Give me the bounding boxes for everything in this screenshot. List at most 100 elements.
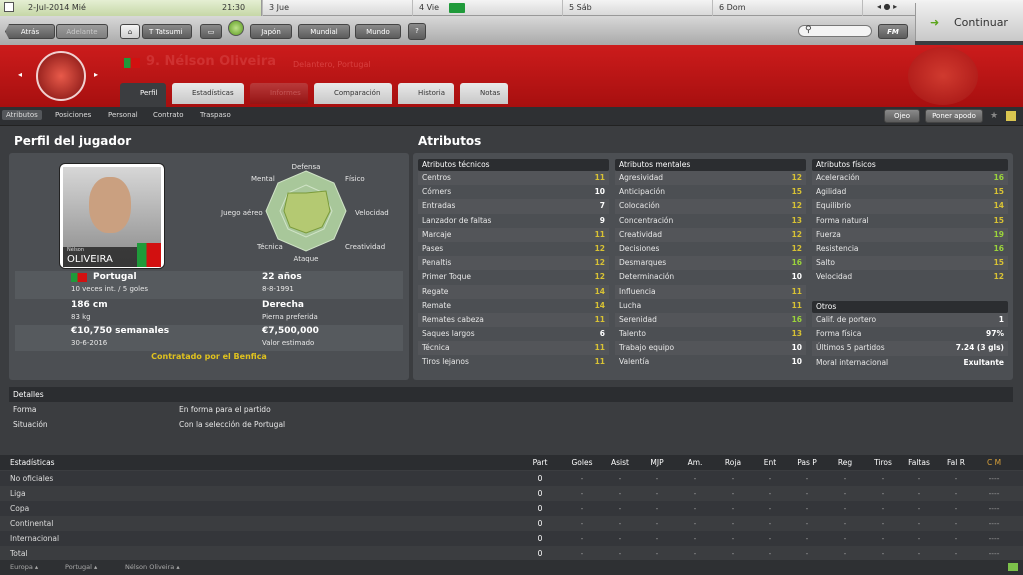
stats-row[interactable]: No oficiales 0- - - - - - - - - - - ---- [0, 471, 1023, 486]
back-button[interactable]: Atrás [5, 24, 55, 39]
attribute-row[interactable]: Equilibrio 14 [812, 199, 1008, 214]
next-arrow-icon[interactable]: ▸ [94, 70, 98, 79]
attribute-row[interactable]: Valentía 10 [615, 355, 806, 369]
subtab-personal[interactable]: Personal [108, 111, 138, 119]
attribute-row[interactable]: Saques largos 6 [418, 327, 609, 341]
attribute-row[interactable]: Determinación 10 [615, 270, 806, 284]
attribute-row[interactable]: Técnica 11 [418, 341, 609, 356]
breadcrumb-europe[interactable]: Europa ▴ [10, 563, 38, 571]
stats-column-header[interactable]: Part [525, 458, 555, 467]
attribute-row[interactable]: Concentración 13 [615, 214, 806, 228]
stats-column-header[interactable]: Roja [718, 458, 748, 467]
date-controls[interactable]: ◂ ● ▸ [862, 0, 915, 16]
star-icon[interactable]: ★ [990, 111, 998, 121]
attribute-row[interactable]: Marcaje 11 [418, 227, 609, 242]
attribute-row[interactable]: Córners 10 [418, 185, 609, 199]
day-cell[interactable]: 4 Vie [412, 0, 562, 16]
stats-column-header[interactable]: Am. [680, 458, 710, 467]
attribute-row[interactable]: Lucha 11 [615, 299, 806, 313]
attribute-row[interactable]: Remates cabeza 11 [418, 312, 609, 328]
stats-row[interactable]: Internacional 0- - - - - - - - - - - ---- [0, 531, 1023, 546]
continue-button[interactable]: ➜ Continuar [915, 3, 1023, 41]
tab-notas[interactable]: Notas [460, 83, 508, 104]
attribute-row[interactable]: Anticipación 15 [615, 185, 806, 199]
stats-column-header[interactable]: MJP [642, 458, 672, 467]
attribute-row[interactable]: Entradas 7 [418, 199, 609, 214]
tab-informes[interactable]: Informes [250, 83, 308, 104]
attribute-row[interactable]: Colocación 12 [615, 199, 806, 214]
prev-arrow-icon[interactable]: ◂ [18, 70, 22, 79]
stats-column-header[interactable]: Asist [605, 458, 635, 467]
attribute-row[interactable]: Remate 14 [418, 299, 609, 313]
world-menu[interactable]: Mundial [298, 24, 350, 39]
attribute-row[interactable]: Tiros lejanos 11 [418, 355, 609, 369]
search-input[interactable]: ⚲ [798, 25, 872, 37]
day-cell[interactable]: 5 Sáb [562, 0, 712, 16]
subtab-traspaso[interactable]: Traspaso [200, 111, 231, 119]
day-cell[interactable]: 3 Jue [262, 0, 412, 16]
scout-button[interactable]: Ojeo [884, 109, 920, 123]
attribute-row[interactable]: Salto 15 [812, 256, 1008, 271]
tab-estadisticas[interactable]: Estadísticas [172, 83, 244, 104]
day-cell[interactable]: 6 Dom [712, 0, 862, 16]
stats-row[interactable]: Continental 0- - - - - - - - - - - ---- [0, 516, 1023, 531]
attribute-row[interactable]: Primer Toque 12 [418, 270, 609, 284]
fm-menu[interactable]: FM [878, 24, 908, 39]
stats-column-header[interactable]: Goles [567, 458, 597, 467]
help-button[interactable]: ? [408, 23, 426, 40]
stats-column-header[interactable]: Faltas [904, 458, 934, 467]
tab-perfil[interactable]: Perfil [120, 83, 166, 107]
attribute-row[interactable]: Penaltis 12 [418, 256, 609, 271]
attribute-row[interactable]: Fuerza 19 [812, 227, 1008, 242]
stats-column-header[interactable]: Pas P [792, 458, 822, 467]
world2-menu[interactable]: Mundo [355, 24, 401, 39]
attribute-row[interactable]: Lanzador de faltas 9 [418, 214, 609, 228]
calendar-icon[interactable] [4, 2, 14, 12]
attribute-row[interactable]: Serenidad 16 [615, 312, 806, 328]
attribute-row[interactable]: Agilidad 15 [812, 185, 1008, 199]
attribute-row[interactable]: Resistencia 16 [812, 242, 1008, 256]
subtab-posiciones[interactable]: Posiciones [55, 111, 91, 119]
home-icon[interactable]: ⌂ [120, 24, 140, 39]
stats-column-header[interactable]: C M [979, 458, 1009, 467]
stats-column-header[interactable]: Fal R [941, 458, 971, 467]
stats-column-header[interactable]: Ent [755, 458, 785, 467]
breadcrumb-portugal[interactable]: Portugal ▴ [65, 563, 97, 571]
breadcrumb-player[interactable]: Nélson Oliveira ▴ [125, 563, 180, 571]
stats-column-header[interactable]: Reg [830, 458, 860, 467]
manager-button[interactable]: T Tatsumi [142, 24, 192, 39]
attribute-row[interactable]: Centros 11 [418, 171, 609, 186]
stats-row[interactable]: Copa 0- - - - - - - - - - - ---- [0, 501, 1023, 516]
current-day[interactable]: 2-Jul-2014 Mié 21:30 [0, 0, 262, 16]
forward-button[interactable]: Adelante [56, 24, 108, 39]
attribute-row[interactable]: Pases 12 [418, 242, 609, 256]
attribute-row[interactable]: Regate 14 [418, 284, 609, 299]
attribute-row[interactable]: Aceleración 16 [812, 171, 1008, 186]
attribute-row[interactable]: Desmarques 16 [615, 256, 806, 271]
date-nav-icon[interactable]: ◂ ● ▸ [877, 2, 897, 11]
attribute-row[interactable]: Calif. de portero 1 [812, 313, 1008, 328]
stats-row[interactable]: Liga 0- - - - - - - - - - - ---- [0, 486, 1023, 501]
attribute-row[interactable]: Velocidad 12 [812, 270, 1008, 284]
inbox-icon[interactable]: ▭ [200, 24, 222, 39]
attribute-row[interactable]: Creatividad 12 [615, 227, 806, 242]
tab-comparacion[interactable]: Comparación [314, 83, 392, 104]
attribute-row[interactable]: Agresividad 12 [615, 171, 806, 186]
attribute-row[interactable]: Últimos 5 partidos 7.24 (3 gls) [812, 341, 1008, 356]
attribute-row[interactable]: Moral internacional Exultante [812, 356, 1008, 370]
notes-icon[interactable] [1006, 111, 1016, 121]
subtab-atributos[interactable]: Atributos [2, 110, 42, 120]
attribute-row[interactable]: Forma natural 15 [812, 214, 1008, 228]
nickname-button[interactable]: Poner apodo [925, 109, 983, 123]
attribute-row[interactable]: Trabajo equipo 10 [615, 341, 806, 356]
attribute-row[interactable]: Decisiones 12 [615, 242, 806, 256]
tab-historia[interactable]: Historia [398, 83, 454, 104]
attribute-row[interactable]: Talento 13 [615, 327, 806, 341]
stats-row[interactable]: Total 0- - - - - - - - - - - ---- [0, 546, 1023, 561]
notification-icon[interactable] [228, 20, 244, 36]
subtab-contrato[interactable]: Contrato [153, 111, 184, 119]
stats-column-header[interactable]: Tiros [868, 458, 898, 467]
country-menu[interactable]: Japón [250, 24, 292, 39]
attribute-row[interactable]: Influencia 11 [615, 284, 806, 299]
attribute-row[interactable]: Forma física 97% [812, 327, 1008, 341]
